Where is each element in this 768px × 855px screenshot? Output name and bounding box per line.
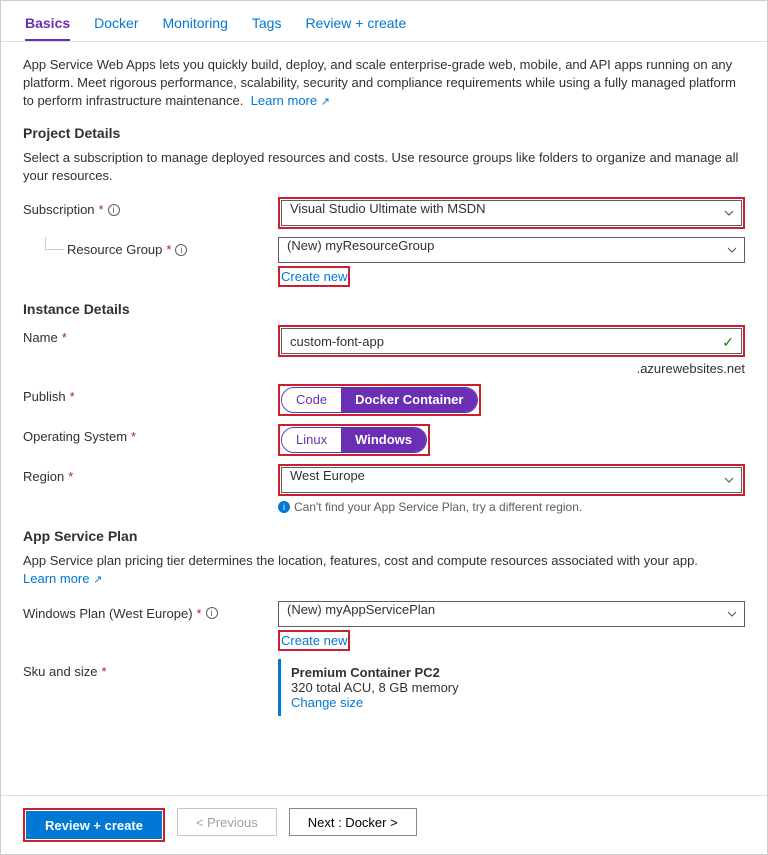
tab-review-create[interactable]: Review + create — [305, 9, 406, 41]
create-new-plan-link[interactable]: Create new — [281, 633, 347, 648]
name-label: Name * — [23, 325, 278, 345]
sku-display: Premium Container PC2 320 total ACU, 8 G… — [278, 659, 745, 716]
tab-tags[interactable]: Tags — [252, 9, 282, 41]
tab-bar: Basics Docker Monitoring Tags Review + c… — [1, 1, 767, 42]
region-select[interactable]: West Europe — [281, 467, 742, 493]
subscription-label: Subscription * i — [23, 197, 278, 217]
footer-bar: Review + create < Previous Next : Docker… — [1, 795, 767, 854]
publish-toggle: CodeDocker Container — [281, 387, 478, 413]
change-size-link[interactable]: Change size — [291, 695, 363, 710]
app-service-plan-heading: App Service Plan — [23, 528, 745, 544]
resource-group-label: Resource Group * i — [23, 237, 278, 257]
intro-text: App Service Web Apps lets you quickly bu… — [23, 56, 745, 111]
create-new-rg-link[interactable]: Create new — [281, 269, 347, 284]
region-hint: iCan't find your App Service Plan, try a… — [278, 500, 745, 514]
os-label: Operating System * — [23, 424, 278, 444]
os-toggle: LinuxWindows — [281, 427, 427, 453]
os-linux[interactable]: Linux — [282, 428, 341, 452]
project-details-desc: Select a subscription to manage deployed… — [23, 149, 745, 185]
sku-name: Premium Container PC2 — [291, 665, 735, 680]
previous-button: < Previous — [177, 808, 277, 836]
review-create-button[interactable]: Review + create — [26, 811, 162, 839]
info-icon: i — [278, 501, 290, 513]
next-button[interactable]: Next : Docker > — [289, 808, 417, 836]
learn-more-link[interactable]: Learn more ↗ — [251, 93, 330, 108]
project-details-heading: Project Details — [23, 125, 745, 141]
tab-basics[interactable]: Basics — [25, 9, 70, 41]
info-icon[interactable]: i — [175, 244, 187, 256]
resource-group-select[interactable]: (New) myResourceGroup — [278, 237, 745, 263]
check-icon: ✓ — [722, 334, 734, 351]
region-label: Region * — [23, 464, 278, 484]
publish-docker[interactable]: Docker Container — [341, 388, 477, 412]
info-icon[interactable]: i — [206, 607, 218, 619]
os-windows[interactable]: Windows — [341, 428, 426, 452]
plan-learn-more-link[interactable]: Learn more ↗ — [23, 571, 102, 586]
domain-suffix: .azurewebsites.net — [278, 361, 745, 376]
sku-detail: 320 total ACU, 8 GB memory — [291, 680, 735, 695]
plan-select[interactable]: (New) myAppServicePlan — [278, 601, 745, 627]
tab-monitoring[interactable]: Monitoring — [163, 9, 228, 41]
tab-docker[interactable]: Docker — [94, 9, 138, 41]
plan-label: Windows Plan (West Europe) * i — [23, 601, 278, 621]
info-icon[interactable]: i — [108, 204, 120, 216]
instance-details-heading: Instance Details — [23, 301, 745, 317]
plan-desc: App Service plan pricing tier determines… — [23, 552, 745, 589]
subscription-select[interactable]: Visual Studio Ultimate with MSDN — [281, 200, 742, 226]
publish-label: Publish * — [23, 384, 278, 404]
publish-code[interactable]: Code — [282, 388, 341, 412]
sku-label: Sku and size * — [23, 659, 278, 679]
name-input[interactable] — [281, 328, 742, 354]
